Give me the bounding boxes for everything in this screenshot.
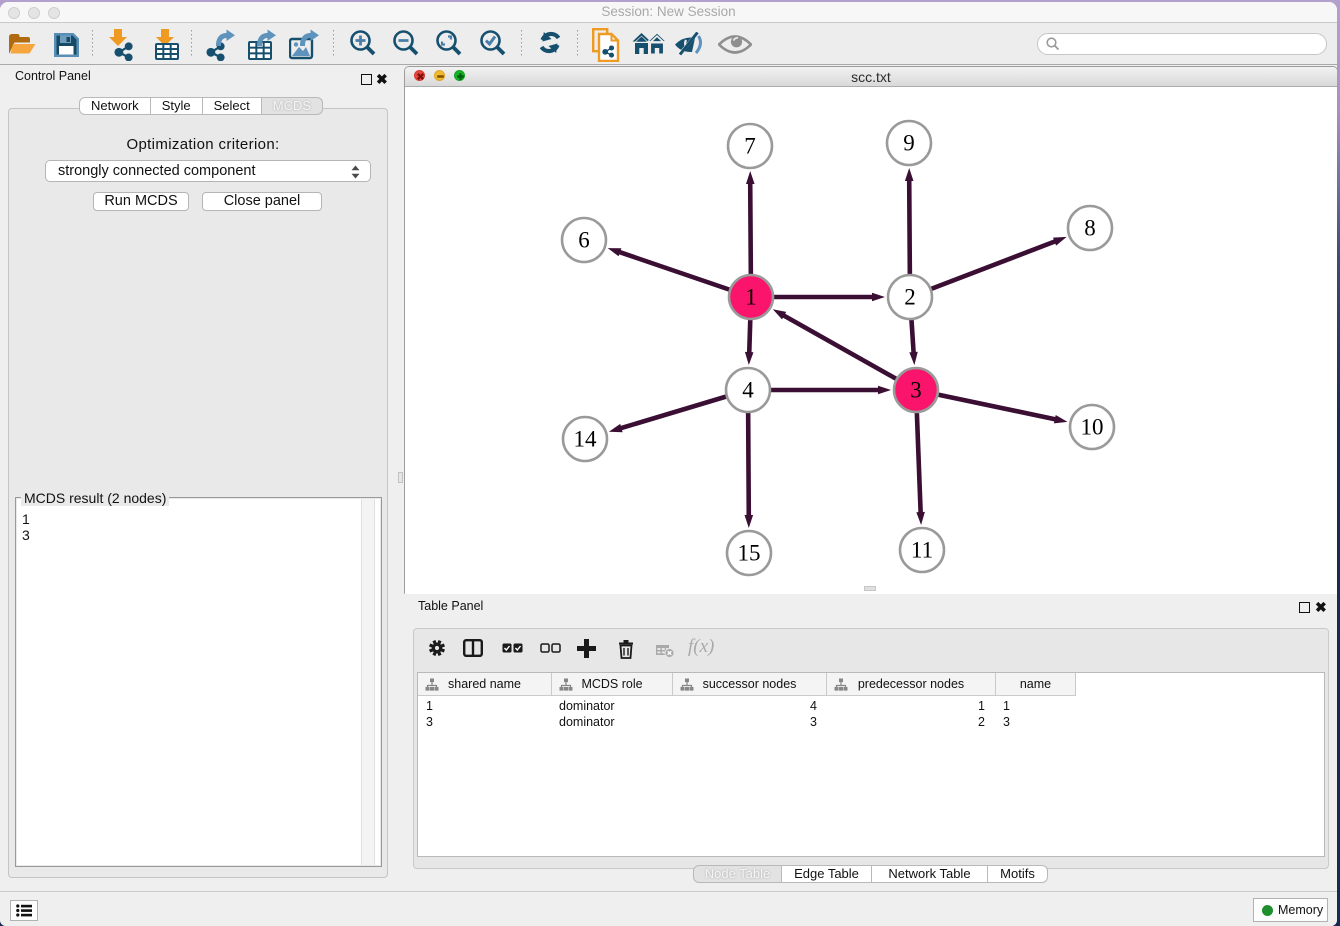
svg-text:10: 10 <box>1081 415 1104 440</box>
svg-text:2: 2 <box>904 285 916 310</box>
svg-text:11: 11 <box>911 538 933 563</box>
svg-text:4: 4 <box>742 378 754 403</box>
svg-text:8: 8 <box>1084 216 1096 241</box>
svg-text:6: 6 <box>578 228 590 253</box>
svg-text:7: 7 <box>744 134 756 159</box>
svg-text:1: 1 <box>745 285 757 310</box>
svg-text:15: 15 <box>738 541 761 566</box>
svg-text:9: 9 <box>903 131 915 156</box>
svg-text:3: 3 <box>910 378 922 403</box>
svg-text:14: 14 <box>574 427 598 452</box>
